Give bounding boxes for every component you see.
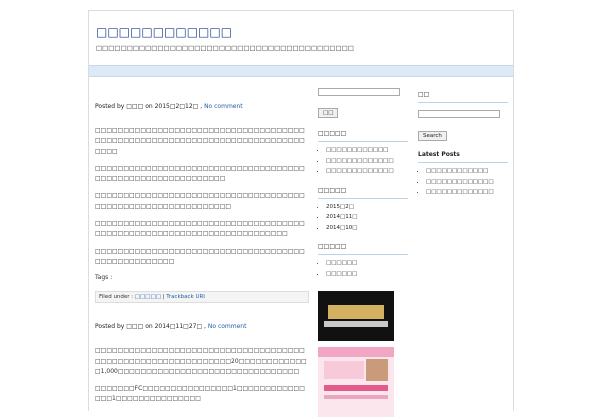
categories-list: □□□□□□ □□□□□□ xyxy=(318,258,408,279)
category-link[interactable]: □□□□□ xyxy=(135,294,161,300)
site-header: □□□□□□□□□□□□ □□□□□□□□□□□□□□□□□□□□□□□□□□□… xyxy=(89,11,513,65)
post-meta: Posted by □□□ on 2015□2□12□ , No comment xyxy=(95,103,243,110)
sidebar-right: □□ Search Latest Posts □□□□□□□□□□□□ □□□□… xyxy=(418,91,508,198)
post-1: Posted by □□□ on 2015□2□12□ , No comment… xyxy=(95,103,309,304)
archive-link[interactable]: 2014□11□ xyxy=(326,212,408,223)
search-widget-title: □□ xyxy=(418,91,508,103)
recent-post-link[interactable]: □□□□□□□□□□□□□ xyxy=(326,166,408,177)
archive-link[interactable]: 2014□10□ xyxy=(326,223,408,234)
posted-by-label: Posted by xyxy=(95,323,125,331)
filed-under-bar: Filed under : □□□□□ | Trackback URI xyxy=(95,291,309,304)
filed-under-label: Filed under : xyxy=(99,294,134,301)
category-link[interactable]: □□□□□□ xyxy=(326,258,408,269)
post-on-label: on xyxy=(145,323,153,331)
post-paragraph: □□□□□□□□□□□□□□□□□□□□□□□□□□□□□□□□□□□□□□□□… xyxy=(95,347,307,375)
archives-title: □□□□□ xyxy=(318,187,408,199)
post-paragraph: □□□□□□□□□□□□□□□□□□□□□□□□□□□□□□□□□□□□□□□□… xyxy=(95,247,305,265)
post-author: □□□ xyxy=(126,103,144,110)
search-input-2[interactable] xyxy=(418,110,500,118)
search-button-2[interactable]: Search xyxy=(418,131,447,141)
post-paragraph: □□□□□□□FC□□□□□□□□□□□□□□□□1□□□□□□□□□□□□□□… xyxy=(95,385,305,403)
latest-post-link[interactable]: □□□□□□□□□□□□ xyxy=(426,166,508,177)
post-paragraph: □□□□□□□□□□□□□□□□□□□□□□□□□□□□□□□□□□□□□□□□… xyxy=(95,192,305,210)
recent-post-link[interactable]: □□□□□□□□□□□□ xyxy=(326,145,408,156)
trackback-link[interactable]: Trackback URI xyxy=(166,294,205,300)
categories-title: □□□□□ xyxy=(318,243,408,255)
recent-post-link[interactable]: □□□□□□□□□□□□□ xyxy=(326,156,408,167)
latest-post-link[interactable]: □□□□□□□□□□□□□ xyxy=(426,177,508,188)
post-on-label: on xyxy=(145,103,153,110)
post-date: 2015□2□12□ xyxy=(154,103,199,110)
archives-list: 2015□2□ 2014□11□ 2014□10□ xyxy=(318,202,408,234)
site-title-link[interactable]: □□□□□□□□□□□□ xyxy=(96,25,232,39)
recent-posts-list: □□□□□□□□□□□□ □□□□□□□□□□□□□ □□□□□□□□□□□□□ xyxy=(318,145,408,177)
category-link[interactable]: □□□□□□ xyxy=(326,269,408,280)
main-content: Posted by □□□ on 2015□2□12□ , No comment… xyxy=(95,103,309,412)
latest-posts-title: Latest Posts xyxy=(418,151,508,163)
recent-posts-title: □□□□□ xyxy=(318,130,408,142)
post-meta: Posted by □□□ on 2014□11□27□ , No commen… xyxy=(95,323,247,331)
comment-link[interactable]: No comment xyxy=(204,103,243,110)
post-2: Posted by □□□ on 2014□11□27□ , No commen… xyxy=(95,323,309,404)
site-description: □□□□□□□□□□□□□□□□□□□□□□□□□□□□□□□□□□□□□□□□… xyxy=(96,44,354,52)
comment-link[interactable]: No comment xyxy=(208,323,247,330)
post-tags: Tags : xyxy=(95,274,113,282)
navigation-bar xyxy=(89,65,513,77)
latest-posts-list: □□□□□□□□□□□□ □□□□□□□□□□□□□ □□□□□□□□□□□□□ xyxy=(418,166,508,198)
sidebar-left: □□ □□□□□ □□□□□□□□□□□□ □□□□□□□□□□□□□ □□□□… xyxy=(318,88,408,417)
archive-link[interactable]: 2015□2□ xyxy=(326,202,408,213)
search-button[interactable]: □□ xyxy=(318,108,339,118)
posted-by-label: Posted by xyxy=(95,103,125,110)
post-paragraph: □□□□□□□□□□□□□□□□□□□□□□□□□□□□□□□□□□□□□□□□… xyxy=(95,127,305,155)
post-date: 2014□11□27□ xyxy=(154,323,203,331)
post-paragraph: □□□□□□□□□□□□□□□□□□□□□□□□□□□□□□□□□□□□□□□□… xyxy=(95,164,305,183)
ad-banner-2[interactable] xyxy=(318,347,394,417)
post-paragraph: □□□□□□□□□□□□□□□□□□□□□□□□□□□□□□□□□□□□□□□□… xyxy=(95,220,305,238)
search-input[interactable] xyxy=(318,88,400,96)
post-author: □□□ xyxy=(126,323,144,331)
page-container: □□□□□□□□□□□□ □□□□□□□□□□□□□□□□□□□□□□□□□□□… xyxy=(88,10,514,417)
ad-banner-1[interactable] xyxy=(318,291,394,341)
latest-post-link[interactable]: □□□□□□□□□□□□□ xyxy=(426,187,508,198)
